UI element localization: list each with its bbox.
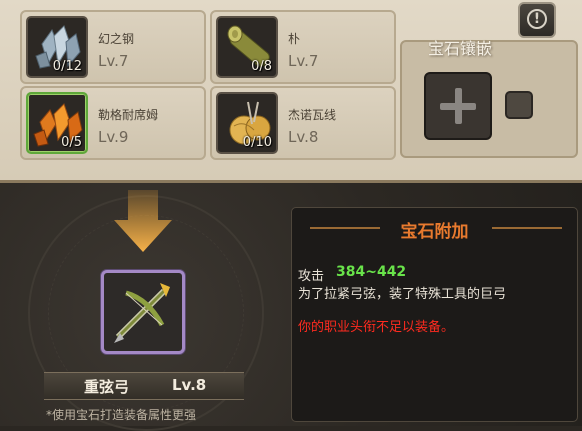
material-level: Lv.7	[288, 52, 319, 70]
material-name: 幻之钢	[98, 32, 135, 46]
gem-bonus-title: 宝石附加	[400, 222, 469, 242]
down-arrow-icon	[114, 190, 172, 252]
crystal-icon: 0/12	[26, 16, 88, 78]
class-warning: 你的职业头衔不足以装备。	[298, 320, 455, 335]
item-name-bar	[44, 372, 244, 400]
material-card-4[interactable]: 0/10 杰诺瓦线 Lv.8	[210, 86, 396, 160]
exclamation-icon: !	[527, 9, 547, 29]
gem-checkbox[interactable]	[505, 91, 533, 119]
material-name: 杰诺瓦线	[288, 108, 337, 122]
add-gem-button[interactable]	[424, 72, 492, 140]
item-level: Lv.8	[172, 376, 207, 394]
info-button[interactable]: !	[518, 2, 556, 38]
orange-crystal-icon: 0/5	[26, 92, 88, 154]
attack-value: 384~442	[336, 264, 407, 280]
attack-label: 攻击	[298, 269, 325, 284]
material-name: 勒格耐席姆	[98, 108, 159, 122]
material-level: Lv.8	[288, 128, 319, 146]
item-slot[interactable]	[101, 270, 185, 354]
item-name: 重弦弓	[84, 378, 130, 396]
log-icon: 0/8	[216, 16, 278, 78]
crossbow-icon	[114, 283, 170, 343]
material-count: 0/12	[52, 59, 82, 74]
material-card-3[interactable]: 0/5 勒格耐席姆 Lv.9	[20, 86, 206, 160]
material-level: Lv.9	[98, 128, 129, 146]
gem-socket-title: 宝石镶嵌	[427, 39, 492, 58]
material-count: 0/8	[251, 59, 272, 74]
material-card-1[interactable]: 0/12 幻之钢 Lv.7	[20, 10, 206, 84]
item-description: 为了拉紧弓弦，装了特殊工具的巨弓	[298, 287, 507, 302]
material-name: 朴	[288, 32, 301, 46]
material-count: 0/5	[61, 135, 82, 150]
material-level: Lv.7	[98, 52, 129, 70]
footer-note: *使用宝石打造装备属性更强	[46, 408, 197, 422]
material-card-2[interactable]: 0/8 朴 Lv.7	[210, 10, 396, 84]
yarn-icon: 0/10	[216, 92, 278, 154]
material-count: 0/10	[242, 135, 272, 150]
